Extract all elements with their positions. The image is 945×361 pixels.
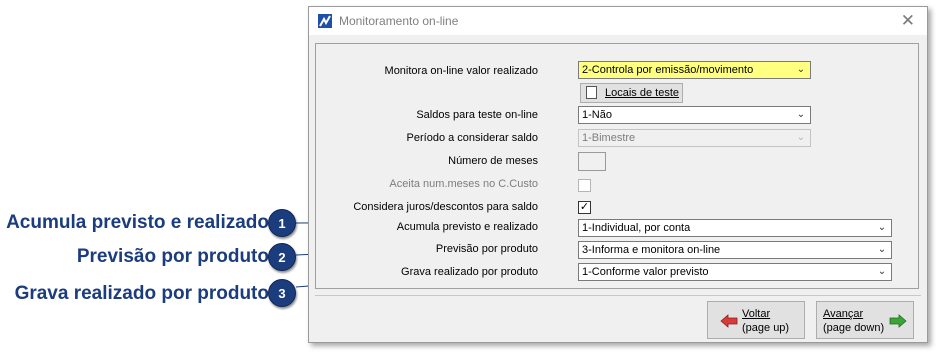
saldos-select[interactable]: 1-Não ⌄ bbox=[578, 106, 811, 124]
chevron-down-icon: ⌄ bbox=[877, 266, 887, 277]
close-icon[interactable]: ✕ bbox=[901, 11, 915, 31]
grava-value: 1-Conforme valor previsto bbox=[582, 266, 709, 278]
avancar-label: Avançar bbox=[823, 308, 864, 320]
acumula-select[interactable]: 1-Individual, por conta ⌄ bbox=[578, 219, 892, 237]
arrow-right-icon bbox=[889, 314, 907, 328]
chevron-down-icon: ⌄ bbox=[796, 109, 806, 120]
callout-2-badge: 2 bbox=[268, 243, 296, 271]
numero-label: Número de meses bbox=[448, 155, 538, 167]
periodo-select[interactable]: 1-Bimestre ⌄ bbox=[578, 129, 811, 147]
avancar-shortcut: (page down) bbox=[823, 322, 885, 334]
acumula-value: 1-Individual, por conta bbox=[582, 222, 691, 234]
chevron-down-icon: ⌄ bbox=[877, 244, 887, 255]
checkmark-icon: ✓ bbox=[579, 201, 590, 213]
monitora-select[interactable]: 2-Controla por emissão/movimento ⌄ bbox=[578, 61, 811, 79]
avancar-button[interactable]: Avançar (page down) bbox=[816, 301, 914, 339]
aceita-label: Aceita num.meses no C.Custo bbox=[389, 178, 538, 190]
chevron-down-icon: ⌄ bbox=[877, 222, 887, 233]
monitora-value: 2-Controla por emissão/movimento bbox=[582, 64, 754, 76]
aceita-checkbox[interactable] bbox=[578, 179, 591, 192]
voltar-shortcut: (page up) bbox=[742, 322, 790, 334]
arrow-left-icon bbox=[720, 314, 738, 328]
dialog-window: Monitoramento on-line ✕ Monitora on-line… bbox=[308, 6, 928, 343]
saldos-label: Saldos para teste on-line bbox=[416, 109, 538, 121]
considera-checkbox[interactable]: ✓ bbox=[578, 201, 591, 214]
chevron-down-icon: ⌄ bbox=[796, 64, 806, 75]
callout-3-badge: 3 bbox=[268, 279, 296, 307]
acumula-label: Acumula previsto e realizado bbox=[396, 221, 538, 233]
settings-panel: Monitora on-line valor realizado 2-Contr… bbox=[315, 43, 919, 289]
voltar-button[interactable]: Voltar (page up) bbox=[707, 301, 805, 339]
periodo-value: 1-Bimestre bbox=[582, 132, 636, 144]
considera-label: Considera juros/descontos para saldo bbox=[353, 201, 538, 213]
monitora-label: Monitora on-line valor realizado bbox=[384, 65, 538, 77]
chevron-down-icon: ⌄ bbox=[796, 132, 806, 143]
callout-2-text: Previsão por produto bbox=[76, 246, 269, 267]
periodo-label: Período a considerar saldo bbox=[406, 132, 538, 144]
footer-divider bbox=[315, 295, 921, 296]
saldos-value: 1-Não bbox=[582, 109, 612, 121]
previsao-select[interactable]: 3-Informa e monitora on-line ⌄ bbox=[578, 241, 892, 259]
grava-label: Grava realizado por produto bbox=[401, 266, 538, 278]
previsao-label: Previsão por produto bbox=[435, 243, 538, 255]
numero-meses-input[interactable] bbox=[578, 152, 606, 171]
callout-1-text: Acumula previsto e realizado bbox=[6, 212, 269, 233]
previsao-value: 3-Informa e monitora on-line bbox=[582, 244, 721, 256]
locais-de-teste-button[interactable]: Locais de teste bbox=[580, 83, 683, 103]
locais-button-label: Locais de teste bbox=[605, 87, 679, 99]
grava-select[interactable]: 1-Conforme valor previsto ⌄ bbox=[578, 263, 892, 281]
title-bar: Monitoramento on-line ✕ bbox=[309, 7, 927, 35]
document-icon bbox=[586, 86, 597, 99]
app-logo-icon bbox=[318, 14, 332, 28]
callout-1-badge: 1 bbox=[268, 209, 296, 237]
window-title: Monitoramento on-line bbox=[339, 14, 459, 28]
voltar-label: Voltar bbox=[742, 308, 771, 320]
callout-3-text: Grava realizado por produto bbox=[14, 283, 269, 304]
